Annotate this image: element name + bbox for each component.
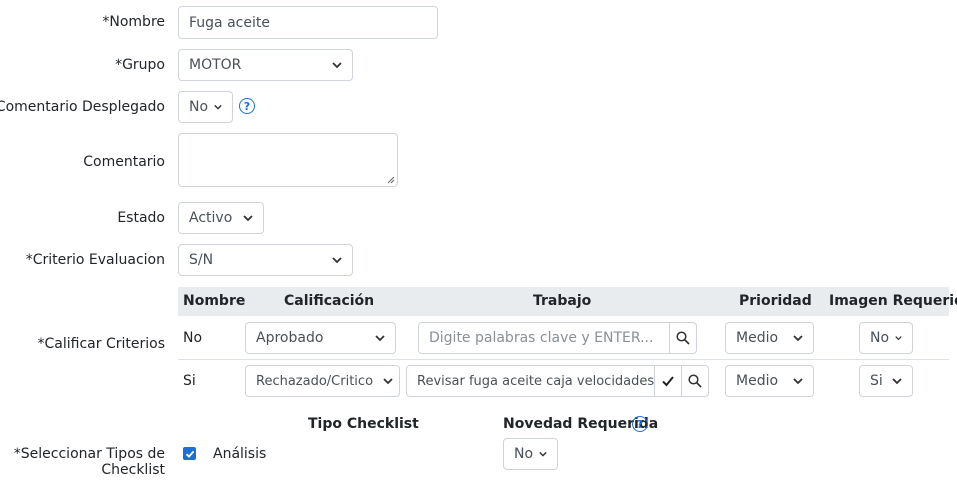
header-prioridad: Prioridad <box>739 293 812 309</box>
tipos-checklist-label-line2: Checklist <box>101 462 165 478</box>
novedad-requerida-value: No <box>514 446 534 462</box>
comentario-textarea[interactable] <box>178 133 398 187</box>
header-calificacion: Calificación <box>284 293 375 309</box>
row1-calificacion-value: Aprobado <box>256 330 324 346</box>
criterio-evaluacion-value: S/N <box>189 252 214 268</box>
chevron-down-icon <box>895 336 902 341</box>
row1-prioridad-select[interactable]: Medio <box>725 322 814 354</box>
estado-label: Estado <box>117 210 165 226</box>
chevron-down-icon <box>214 104 222 110</box>
row2-prioridad-select[interactable]: Medio <box>725 365 814 397</box>
nombre-input[interactable]: Fuga aceite <box>178 6 438 39</box>
row1-nombre: No <box>183 330 203 346</box>
chevron-down-icon <box>383 378 393 385</box>
chevron-down-icon <box>793 335 803 342</box>
chevron-down-icon <box>375 335 385 342</box>
row1-imagen-select[interactable]: No <box>859 322 913 354</box>
row1-trabajo-search[interactable]: Digite palabras clave y ENTER... <box>418 322 697 354</box>
row2-prioridad-value: Medio <box>736 373 779 389</box>
row2-trabajo-input[interactable]: Revisar fuga aceite caja velocidades <box>407 366 654 396</box>
row1-trabajo-input[interactable]: Digite palabras clave y ENTER... <box>419 323 669 353</box>
comentario-label: Comentario <box>83 154 165 170</box>
search-button[interactable] <box>681 366 708 396</box>
comentario-desplegado-label: Comentario Desplegado <box>0 99 165 115</box>
resize-handle-icon[interactable] <box>387 176 395 184</box>
chevron-down-icon <box>332 62 342 69</box>
help-icon[interactable]: ? <box>632 416 648 432</box>
estado-value: Activo <box>189 210 233 226</box>
row1-calificacion-select[interactable]: Aprobado <box>245 322 396 354</box>
help-icon[interactable]: ? <box>239 98 255 114</box>
calificar-criterios-label: *Calificar Criterios <box>37 336 165 352</box>
chevron-down-icon <box>539 451 547 457</box>
analisis-label: Análisis <box>213 446 267 462</box>
row1-prioridad-value: Medio <box>736 330 779 346</box>
nombre-value: Fuga aceite <box>189 14 270 31</box>
estado-select[interactable]: Activo <box>178 202 264 234</box>
chevron-down-icon <box>332 257 342 264</box>
grupo-value: MOTOR <box>189 57 242 73</box>
nombre-label: *Nombre <box>102 14 165 30</box>
row2-imagen-select[interactable]: Si <box>859 365 913 397</box>
tipo-checklist-header: Tipo Checklist <box>308 416 419 432</box>
criterio-evaluacion-select[interactable]: S/N <box>178 244 353 276</box>
chevron-down-icon <box>892 378 902 385</box>
row2-imagen-value: Si <box>870 373 883 389</box>
novedad-requerida-select[interactable]: No <box>503 438 558 470</box>
row-divider <box>178 359 949 360</box>
header-imagen-requerida: Imagen Requerida <box>829 293 957 309</box>
comentario-desplegado-select[interactable]: No <box>178 91 233 123</box>
header-nombre: Nombre <box>183 293 246 309</box>
analisis-checkbox[interactable] <box>183 447 196 460</box>
grupo-label: *Grupo <box>115 57 165 73</box>
search-icon <box>688 374 702 388</box>
header-trabajo: Trabajo <box>533 293 592 309</box>
chevron-down-icon <box>243 215 253 222</box>
confirm-button[interactable] <box>654 366 681 396</box>
chevron-down-icon <box>793 378 803 385</box>
row2-calificacion-value: Rechazado/Critico <box>256 373 374 389</box>
search-button[interactable] <box>669 323 696 353</box>
comentario-desplegado-value: No <box>189 99 209 115</box>
checkmark-icon <box>185 450 194 458</box>
criteria-table-header: Nombre Calificación Trabajo Prioridad Im… <box>178 287 957 316</box>
search-icon <box>676 331 690 345</box>
criterio-evaluacion-label: *Criterio Evaluacion <box>25 252 165 268</box>
row2-trabajo-search[interactable]: Revisar fuga aceite caja velocidades <box>406 365 709 397</box>
row2-calificacion-select[interactable]: Rechazado/Critico <box>245 365 400 397</box>
grupo-select[interactable]: MOTOR <box>178 49 353 81</box>
row2-nombre: Si <box>183 373 196 389</box>
check-icon <box>662 376 674 387</box>
row1-imagen-value: No <box>870 330 890 346</box>
